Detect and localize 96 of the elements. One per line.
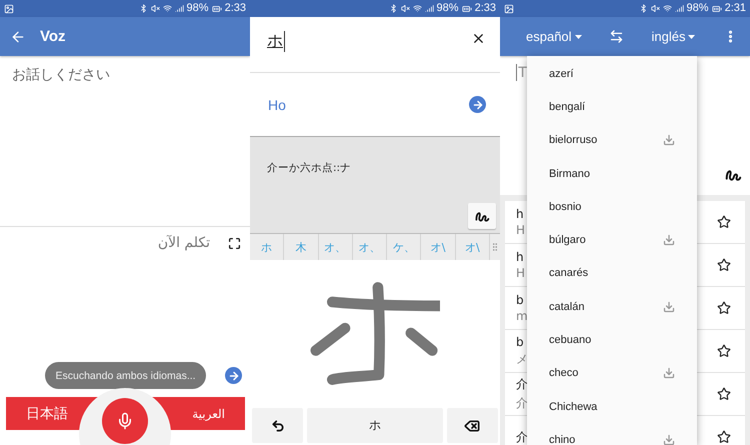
history-subtitle: メ xyxy=(516,350,528,368)
language-menu-item[interactable]: Birmano xyxy=(527,156,697,190)
battery-percent: 98% xyxy=(436,3,459,14)
language-menu-item[interactable]: catalán xyxy=(527,290,697,324)
close-icon[interactable] xyxy=(471,31,486,46)
battery-icon xyxy=(212,4,222,14)
language-name: cebuano xyxy=(549,334,592,346)
language-name: búlgaro xyxy=(549,234,586,246)
history-title: b xyxy=(516,293,524,307)
language-name: bielorruso xyxy=(549,134,598,146)
history-title: h xyxy=(516,207,524,221)
signal-icon xyxy=(424,4,434,13)
history-title: h xyxy=(516,250,524,264)
language-menu-item[interactable]: chino xyxy=(527,423,697,445)
history-subtitle: H xyxy=(516,223,526,237)
backspace-icon xyxy=(464,418,480,434)
status-time: 2:31 xyxy=(724,3,746,14)
undo-icon xyxy=(270,418,285,432)
download-icon[interactable] xyxy=(663,234,675,246)
language-name: checo xyxy=(549,367,578,380)
translation-prompt: تكلم الآن xyxy=(158,235,210,251)
back-icon[interactable] xyxy=(10,28,26,44)
history-title: 介 xyxy=(516,428,528,445)
target-language-dropdown[interactable]: inglés xyxy=(652,29,696,44)
mute-icon xyxy=(650,4,660,13)
star-icon[interactable] xyxy=(717,215,731,229)
language-name: Birmano xyxy=(549,168,590,180)
history-title: 介 xyxy=(516,376,528,393)
caret-icon xyxy=(574,34,582,38)
search-input-value: ホ xyxy=(267,31,285,52)
language-name: Chichewa xyxy=(549,400,598,413)
fullscreen-icon[interactable] xyxy=(228,236,241,250)
star-icon[interactable] xyxy=(717,344,731,358)
signal-icon xyxy=(674,4,684,13)
backspace-key[interactable] xyxy=(446,408,498,443)
language-menu-item[interactable]: bengalí xyxy=(527,90,697,124)
status-time: 2:33 xyxy=(474,3,496,14)
history-subtitle: m xyxy=(516,309,528,323)
star-icon[interactable] xyxy=(717,387,731,401)
wifi-icon xyxy=(662,4,672,13)
caret-icon xyxy=(688,34,696,38)
star-icon[interactable] xyxy=(717,430,731,444)
language-name: chino xyxy=(549,434,576,445)
star-icon[interactable] xyxy=(717,258,731,272)
handwriting-button[interactable] xyxy=(468,203,496,229)
bluetooth-icon xyxy=(388,4,398,13)
arrow-right-icon xyxy=(472,98,484,110)
microphone-icon xyxy=(116,412,134,430)
language-name: canarés xyxy=(549,267,588,280)
battery-percent: 98% xyxy=(686,3,709,14)
download-icon[interactable] xyxy=(663,434,675,445)
bluetooth-icon xyxy=(138,4,148,13)
star-icon[interactable] xyxy=(717,301,731,315)
language-name: catalán xyxy=(549,300,584,313)
suggestion-arrow-button[interactable] xyxy=(469,96,486,113)
listening-toast: Escuchando ambos idiomas... xyxy=(45,362,206,389)
battery-icon xyxy=(712,4,722,14)
language-name: bengalí xyxy=(549,100,586,113)
language-menu-item[interactable]: checo xyxy=(527,356,697,390)
language-name: azerí xyxy=(549,68,574,80)
battery-icon xyxy=(462,4,472,14)
app-bar-title: Voz xyxy=(40,28,66,45)
language-name: bosnio xyxy=(549,200,582,213)
arrow-right-icon xyxy=(228,370,240,382)
battery-percent: 98% xyxy=(186,3,209,14)
download-icon[interactable] xyxy=(663,134,675,146)
history-subtitle: H xyxy=(516,266,526,280)
mute-icon xyxy=(150,4,160,13)
space-key[interactable]: ホ xyxy=(307,408,443,443)
mic-button[interactable] xyxy=(102,398,148,444)
submit-arrow-button[interactable] xyxy=(225,367,242,384)
target-language-button[interactable]: العربية xyxy=(192,406,225,420)
download-icon[interactable] xyxy=(663,367,675,380)
download-icon[interactable] xyxy=(663,300,675,313)
signal-icon xyxy=(174,4,184,13)
undo-key[interactable] xyxy=(252,408,304,443)
language-menu-item[interactable]: azerí xyxy=(527,57,697,90)
mute-icon xyxy=(400,4,410,13)
history-title: b xyxy=(516,334,524,348)
language-menu-item[interactable]: bosnio xyxy=(527,190,697,224)
recognized-text: 介ーか六ホ点::ナ xyxy=(267,161,352,175)
language-menu-item[interactable]: búlgaro xyxy=(527,223,697,257)
status-time: 2:33 xyxy=(224,3,246,14)
speak-prompt: お話しください xyxy=(12,66,111,84)
wifi-icon xyxy=(412,4,422,13)
language-menu-item[interactable]: Chichewa xyxy=(527,390,697,424)
source-language-button[interactable]: 日本語 xyxy=(26,404,68,422)
history-subtitle: 介 xyxy=(516,395,528,412)
swap-languages-icon[interactable] xyxy=(609,29,624,44)
language-menu-item[interactable]: canarés xyxy=(527,256,697,290)
suggestion-text: Ho xyxy=(268,96,286,112)
bluetooth-icon xyxy=(638,4,648,13)
language-menu-item[interactable]: cebuano xyxy=(527,323,697,357)
source-language-dropdown[interactable]: español xyxy=(526,29,582,44)
wifi-icon xyxy=(162,4,172,13)
language-menu-item[interactable]: bielorruso xyxy=(527,124,697,157)
